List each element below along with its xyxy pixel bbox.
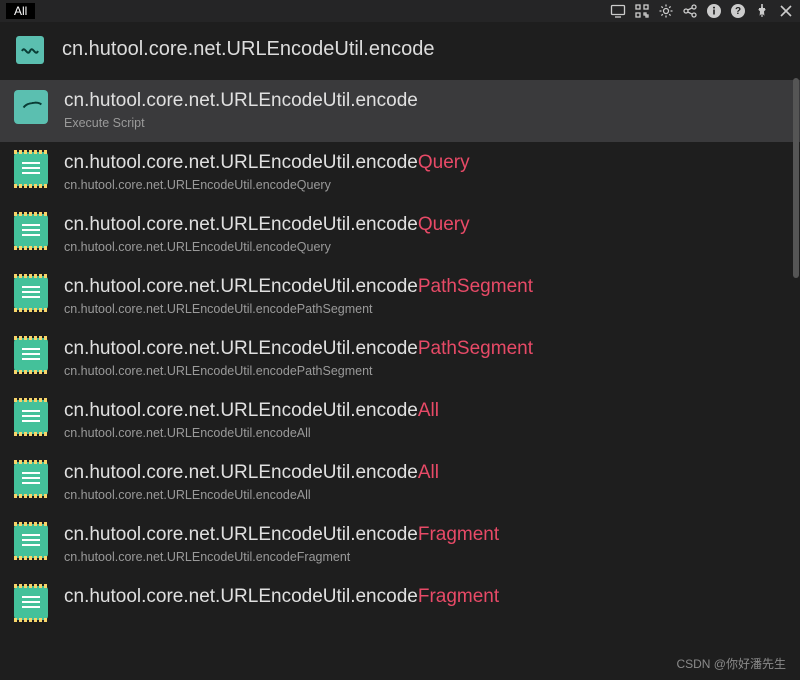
- result-item[interactable]: cn.hutool.core.net.URLEncodeUtil.encodeQ…: [0, 204, 800, 266]
- search-row: [0, 22, 800, 78]
- snippet-icon: [14, 152, 48, 186]
- result-title-prefix: cn.hutool.core.net.URLEncodeUtil.encode: [64, 212, 418, 238]
- result-item[interactable]: cn.hutool.core.net.URLEncodeUtil.encodeF…: [0, 576, 800, 638]
- result-subtitle: cn.hutool.core.net.URLEncodeUtil.encodeP…: [64, 364, 786, 378]
- result-title-prefix: cn.hutool.core.net.URLEncodeUtil.encode: [64, 460, 418, 486]
- result-title: cn.hutool.core.net.URLEncodeUtil.encodeP…: [64, 274, 786, 300]
- results-list[interactable]: cn.hutool.core.net.URLEncodeUtil.encode E…: [0, 78, 800, 680]
- script-icon: [14, 90, 48, 124]
- result-text: cn.hutool.core.net.URLEncodeUtil.encodeF…: [64, 584, 786, 610]
- result-text: cn.hutool.core.net.URLEncodeUtil.encodeF…: [64, 522, 786, 564]
- app-logo-icon: [16, 36, 44, 64]
- result-subtitle: cn.hutool.core.net.URLEncodeUtil.encodeA…: [64, 488, 786, 502]
- monitor-icon[interactable]: [610, 3, 626, 19]
- scrollbar-thumb[interactable]: [793, 78, 799, 278]
- snippet-icon: [14, 586, 48, 620]
- result-text: cn.hutool.core.net.URLEncodeUtil.encodeQ…: [64, 150, 786, 192]
- result-subtitle: cn.hutool.core.net.URLEncodeUtil.encodeQ…: [64, 178, 786, 192]
- result-title: cn.hutool.core.net.URLEncodeUtil.encode: [64, 88, 786, 114]
- result-title-prefix: cn.hutool.core.net.URLEncodeUtil.encode: [64, 336, 418, 362]
- pin-icon[interactable]: [754, 3, 770, 19]
- result-title-match: PathSegment: [418, 336, 533, 362]
- result-title: cn.hutool.core.net.URLEncodeUtil.encodeQ…: [64, 150, 786, 176]
- result-title-prefix: cn.hutool.core.net.URLEncodeUtil.encode: [64, 522, 418, 548]
- result-text: cn.hutool.core.net.URLEncodeUtil.encodeA…: [64, 398, 786, 440]
- result-text: cn.hutool.core.net.URLEncodeUtil.encodeP…: [64, 274, 786, 316]
- result-title-prefix: cn.hutool.core.net.URLEncodeUtil.encode: [64, 88, 418, 114]
- result-title-match: Fragment: [418, 522, 499, 548]
- help-icon[interactable]: ?: [730, 3, 746, 19]
- result-title-prefix: cn.hutool.core.net.URLEncodeUtil.encode: [64, 274, 418, 300]
- gear-icon[interactable]: [658, 3, 674, 19]
- result-subtitle: cn.hutool.core.net.URLEncodeUtil.encodeQ…: [64, 240, 786, 254]
- result-subtitle: cn.hutool.core.net.URLEncodeUtil.encodeP…: [64, 302, 786, 316]
- info-icon[interactable]: [706, 3, 722, 19]
- result-item[interactable]: cn.hutool.core.net.URLEncodeUtil.encode E…: [0, 80, 800, 142]
- snippet-icon: [14, 524, 48, 558]
- result-subtitle: cn.hutool.core.net.URLEncodeUtil.encodeF…: [64, 550, 786, 564]
- tab-row: All: [6, 3, 35, 19]
- result-item[interactable]: cn.hutool.core.net.URLEncodeUtil.encodeF…: [0, 514, 800, 576]
- topbar: All ?: [0, 0, 800, 22]
- snippet-icon: [14, 462, 48, 496]
- result-title-match: All: [418, 460, 439, 486]
- close-icon[interactable]: [778, 3, 794, 19]
- search-input[interactable]: [62, 38, 782, 61]
- svg-text:?: ?: [735, 6, 741, 17]
- result-text: cn.hutool.core.net.URLEncodeUtil.encode E…: [64, 88, 786, 130]
- snippet-icon: [14, 338, 48, 372]
- snippet-icon: [14, 400, 48, 434]
- result-title-match: PathSegment: [418, 274, 533, 300]
- result-title-match: Query: [418, 150, 470, 176]
- result-title-prefix: cn.hutool.core.net.URLEncodeUtil.encode: [64, 584, 418, 610]
- result-item[interactable]: cn.hutool.core.net.URLEncodeUtil.encodeA…: [0, 390, 800, 452]
- result-title: cn.hutool.core.net.URLEncodeUtil.encodeA…: [64, 398, 786, 424]
- result-item[interactable]: cn.hutool.core.net.URLEncodeUtil.encodeA…: [0, 452, 800, 514]
- snippet-icon: [14, 276, 48, 310]
- result-title: cn.hutool.core.net.URLEncodeUtil.encodeF…: [64, 522, 786, 548]
- result-title-match: Fragment: [418, 584, 499, 610]
- result-item[interactable]: cn.hutool.core.net.URLEncodeUtil.encodeP…: [0, 328, 800, 390]
- result-text: cn.hutool.core.net.URLEncodeUtil.encodeP…: [64, 336, 786, 378]
- result-title: cn.hutool.core.net.URLEncodeUtil.encodeF…: [64, 584, 786, 610]
- result-item[interactable]: cn.hutool.core.net.URLEncodeUtil.encodeQ…: [0, 142, 800, 204]
- result-item[interactable]: cn.hutool.core.net.URLEncodeUtil.encodeP…: [0, 266, 800, 328]
- qrcode-icon[interactable]: [634, 3, 650, 19]
- result-title-match: Query: [418, 212, 470, 238]
- result-text: cn.hutool.core.net.URLEncodeUtil.encodeA…: [64, 460, 786, 502]
- snippet-icon: [14, 214, 48, 248]
- result-title-prefix: cn.hutool.core.net.URLEncodeUtil.encode: [64, 398, 418, 424]
- toolbar-icons: ?: [610, 3, 794, 19]
- result-subtitle: Execute Script: [64, 116, 786, 130]
- result-title: cn.hutool.core.net.URLEncodeUtil.encodeQ…: [64, 212, 786, 238]
- result-title: cn.hutool.core.net.URLEncodeUtil.encodeP…: [64, 336, 786, 362]
- result-text: cn.hutool.core.net.URLEncodeUtil.encodeQ…: [64, 212, 786, 254]
- result-title: cn.hutool.core.net.URLEncodeUtil.encodeA…: [64, 460, 786, 486]
- result-title-prefix: cn.hutool.core.net.URLEncodeUtil.encode: [64, 150, 418, 176]
- result-title-match: All: [418, 398, 439, 424]
- tab-all[interactable]: All: [6, 3, 35, 19]
- result-subtitle: cn.hutool.core.net.URLEncodeUtil.encodeA…: [64, 426, 786, 440]
- share-icon[interactable]: [682, 3, 698, 19]
